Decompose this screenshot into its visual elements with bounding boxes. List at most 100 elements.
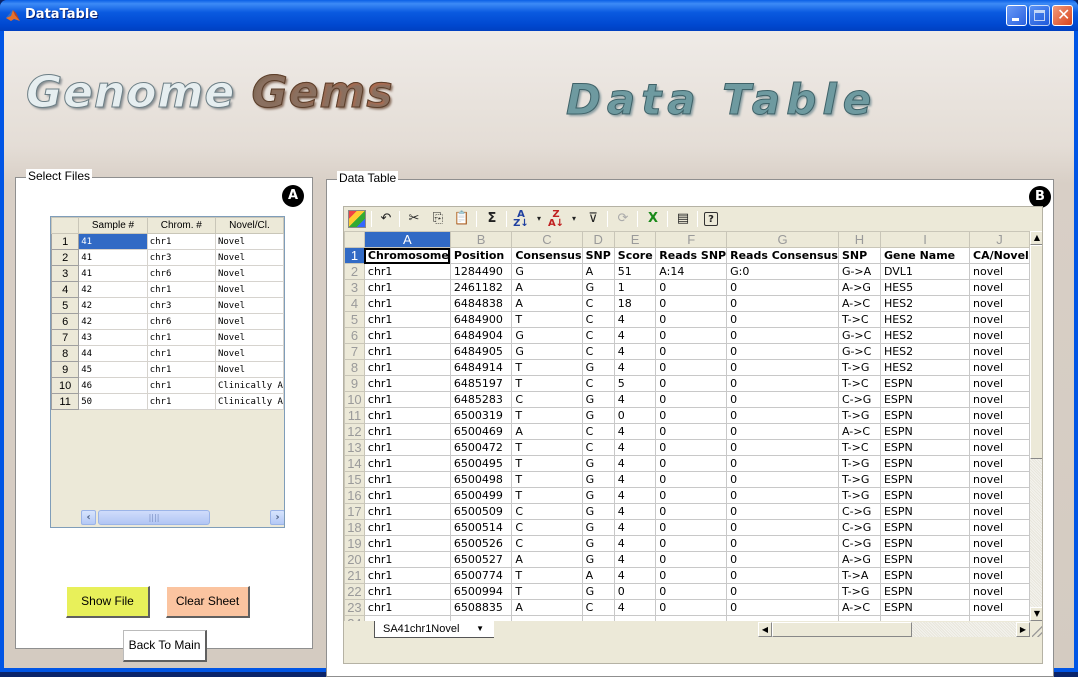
data-cell[interactable]: 0: [726, 311, 839, 328]
chrom-cell[interactable]: chr1: [146, 393, 216, 410]
data-cell[interactable]: T: [511, 407, 583, 424]
type-cell[interactable]: Novel: [214, 249, 284, 266]
data-cell[interactable]: 0: [726, 375, 839, 392]
type-cell[interactable]: Clinically A: [214, 377, 284, 394]
row-number[interactable]: 21: [344, 567, 365, 584]
row-number[interactable]: 7: [51, 329, 80, 346]
type-cell[interactable]: Novel: [214, 265, 284, 282]
vertical-scroll-thumb[interactable]: [1030, 245, 1042, 459]
data-cell[interactable]: 0: [655, 423, 728, 440]
office-logo-icon[interactable]: [348, 210, 366, 228]
data-cell[interactable]: 4: [613, 439, 657, 456]
file-list-table[interactable]: Sample # Chrom. # Novel/Cl. 1 41 chr1 Novel…: [50, 216, 285, 528]
horizontal-scrollbar[interactable]: ◀ ▶: [758, 622, 1030, 637]
data-cell[interactable]: HES5: [879, 279, 971, 296]
type-cell[interactable]: Novel: [214, 297, 284, 314]
column-letter-header[interactable]: F: [655, 231, 728, 248]
data-cell[interactable]: G: [511, 263, 583, 280]
data-cell[interactable]: novel: [969, 359, 1030, 376]
sample-cell[interactable]: 41: [78, 249, 148, 266]
data-cell[interactable]: novel: [969, 487, 1030, 504]
row-number[interactable]: 22: [344, 583, 365, 600]
data-cell[interactable]: A: [511, 599, 583, 616]
column-letter-header[interactable]: C: [511, 231, 583, 248]
sample-cell[interactable]: 41: [78, 233, 148, 250]
data-cell[interactable]: ESPN: [879, 391, 971, 408]
data-cell[interactable]: C: [581, 311, 615, 328]
data-cell[interactable]: 0: [655, 455, 728, 472]
data-cell[interactable]: chr1: [363, 295, 451, 312]
data-cell[interactable]: 0: [726, 503, 839, 520]
data-cell[interactable]: 0: [655, 551, 728, 568]
data-cell[interactable]: 4: [613, 503, 657, 520]
data-cell[interactable]: G: [581, 583, 615, 600]
data-cell[interactable]: novel: [969, 567, 1030, 584]
data-cell[interactable]: G: [581, 535, 615, 552]
data-cell[interactable]: ESPN: [879, 423, 971, 440]
data-cell[interactable]: chr1: [363, 535, 451, 552]
data-cell[interactable]: novel: [969, 423, 1030, 440]
data-cell[interactable]: ESPN: [879, 375, 971, 392]
sample-cell[interactable]: 41: [78, 265, 148, 282]
row-number[interactable]: 10: [51, 377, 80, 394]
row-number[interactable]: 4: [51, 281, 80, 298]
data-cell[interactable]: T->C: [837, 311, 881, 328]
data-cell[interactable]: 4: [613, 327, 657, 344]
data-cell[interactable]: 4: [613, 567, 657, 584]
data-cell[interactable]: G:0: [726, 263, 839, 280]
data-cell[interactable]: C: [581, 327, 615, 344]
row-number[interactable]: 11: [344, 407, 365, 424]
data-cell[interactable]: novel: [969, 375, 1030, 392]
file-table-hscroll[interactable]: ‹ |||| ›: [81, 510, 284, 526]
type-cell[interactable]: Novel: [214, 345, 284, 362]
row-number[interactable]: 9: [344, 375, 365, 392]
help-icon[interactable]: ?: [704, 212, 718, 226]
data-cell[interactable]: 4: [613, 359, 657, 376]
data-cell[interactable]: chr1: [363, 519, 451, 536]
data-cell[interactable]: C->G: [837, 535, 881, 552]
undo-icon[interactable]: ↶: [377, 210, 395, 228]
data-cell[interactable]: ESPN: [879, 487, 971, 504]
data-cell[interactable]: C: [511, 391, 583, 408]
data-cell[interactable]: C: [511, 503, 583, 520]
sheet-tab[interactable]: SA41chr1Novel ▼: [374, 621, 494, 638]
data-cell[interactable]: 6500509: [449, 503, 513, 520]
header-cell[interactable]: CA/Novel: [969, 247, 1030, 264]
data-cell[interactable]: HES2: [879, 311, 971, 328]
file-table-row[interactable]: 2 41 chr3 Novel: [51, 249, 284, 266]
data-cell[interactable]: 4: [613, 423, 657, 440]
data-cell[interactable]: chr1: [363, 551, 451, 568]
row-number[interactable]: 13: [344, 439, 365, 456]
data-cell[interactable]: 2461182: [449, 279, 513, 296]
data-cell[interactable]: 0: [655, 407, 728, 424]
data-cell[interactable]: 4: [613, 343, 657, 360]
row-number[interactable]: 17: [344, 503, 365, 520]
data-cell[interactable]: chr1: [363, 279, 451, 296]
file-table-row[interactable]: 10 46 chr1 Clinically A: [51, 377, 284, 394]
data-cell[interactable]: 4: [613, 535, 657, 552]
header-cell[interactable]: Consensus: [511, 247, 583, 264]
data-cell[interactable]: T: [511, 455, 583, 472]
data-cell[interactable]: C->G: [837, 519, 881, 536]
data-cell[interactable]: T->C: [837, 375, 881, 392]
chrom-cell[interactable]: chr1: [146, 345, 216, 362]
chrom-cell[interactable]: chr3: [146, 249, 216, 266]
sample-cell[interactable]: 42: [78, 297, 148, 314]
data-cell[interactable]: 6484838: [449, 295, 513, 312]
data-cell[interactable]: chr1: [363, 375, 451, 392]
data-cell[interactable]: 6484905: [449, 343, 513, 360]
column-letter-header[interactable]: D: [581, 231, 615, 248]
data-cell[interactable]: 6485283: [449, 391, 513, 408]
data-cell[interactable]: chr1: [363, 311, 451, 328]
data-cell[interactable]: G: [511, 343, 583, 360]
data-cell[interactable]: T->G: [837, 487, 881, 504]
data-cell[interactable]: T->G: [837, 407, 881, 424]
row-number[interactable]: 6: [51, 313, 80, 330]
data-cell[interactable]: T: [511, 375, 583, 392]
scroll-left-icon[interactable]: ◀: [758, 622, 772, 637]
data-cell[interactable]: novel: [969, 551, 1030, 568]
data-cell[interactable]: chr1: [363, 583, 451, 600]
data-cell[interactable]: 0: [655, 471, 728, 488]
file-table-row[interactable]: 3 41 chr6 Novel: [51, 265, 284, 282]
data-cell[interactable]: 4: [613, 391, 657, 408]
